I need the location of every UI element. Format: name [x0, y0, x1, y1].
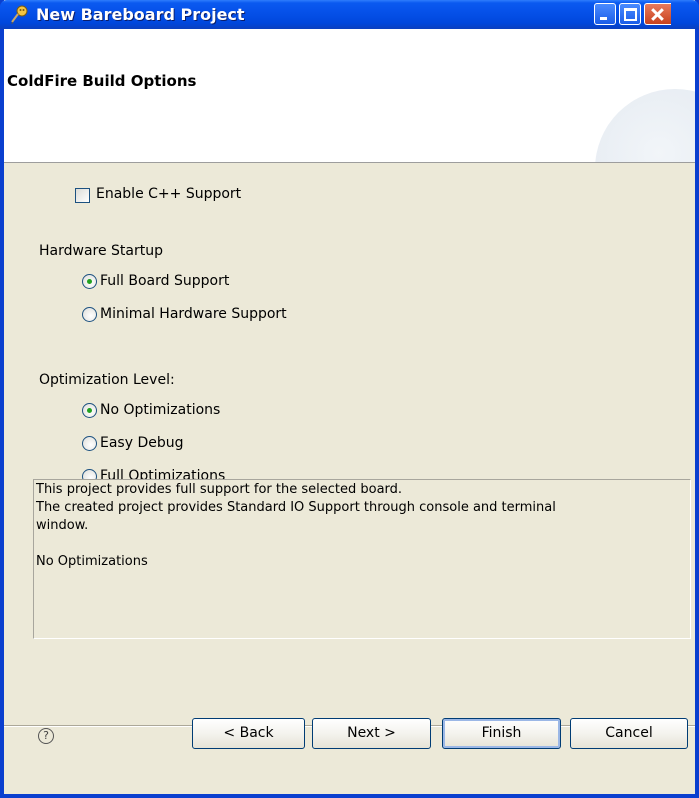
easy-debug-label[interactable]: Easy Debug — [100, 435, 184, 451]
minimal-hardware-support-label[interactable]: Minimal Hardware Support — [100, 306, 287, 322]
wizard-banner: ColdFire Build Options — [4, 29, 695, 163]
title-bar[interactable]: New Bareboard Project — [0, 0, 699, 29]
minimize-button[interactable] — [594, 3, 616, 25]
description-box: This project provides full support for t… — [33, 479, 691, 639]
close-button[interactable] — [644, 3, 671, 25]
cpp-support-checkbox[interactable] — [75, 188, 90, 203]
description-line: The created project provides Standard IO… — [36, 500, 556, 515]
full-board-support-radio[interactable] — [82, 274, 97, 289]
cancel-button[interactable]: Cancel — [570, 718, 688, 749]
dialog-window: New Bareboard Project ColdFire Build Opt… — [0, 0, 699, 798]
help-icon[interactable]: ? — [38, 728, 54, 744]
full-board-support-label[interactable]: Full Board Support — [100, 273, 229, 289]
easy-debug-radio[interactable] — [82, 436, 97, 451]
banner-decoration-graphic — [595, 89, 695, 162]
maximize-button[interactable] — [619, 3, 641, 25]
cpp-support-label[interactable]: Enable C++ Support — [96, 186, 241, 202]
page-title: ColdFire Build Options — [7, 72, 197, 90]
app-icon — [11, 5, 28, 24]
finish-button[interactable]: Finish — [442, 718, 561, 749]
optimization-level-heading: Optimization Level: — [39, 372, 175, 388]
description-line: This project provides full support for t… — [36, 482, 403, 497]
hardware-startup-heading: Hardware Startup — [39, 243, 164, 259]
description-line: No Optimizations — [36, 554, 148, 569]
window-title: New Bareboard Project — [36, 5, 245, 24]
next-button[interactable]: Next > — [312, 718, 431, 749]
no-optimizations-label[interactable]: No Optimizations — [100, 402, 220, 418]
no-optimizations-radio[interactable] — [82, 403, 97, 418]
description-line: window. — [36, 518, 89, 533]
minimal-hardware-support-radio[interactable] — [82, 307, 97, 322]
back-button[interactable]: < Back — [192, 718, 305, 749]
